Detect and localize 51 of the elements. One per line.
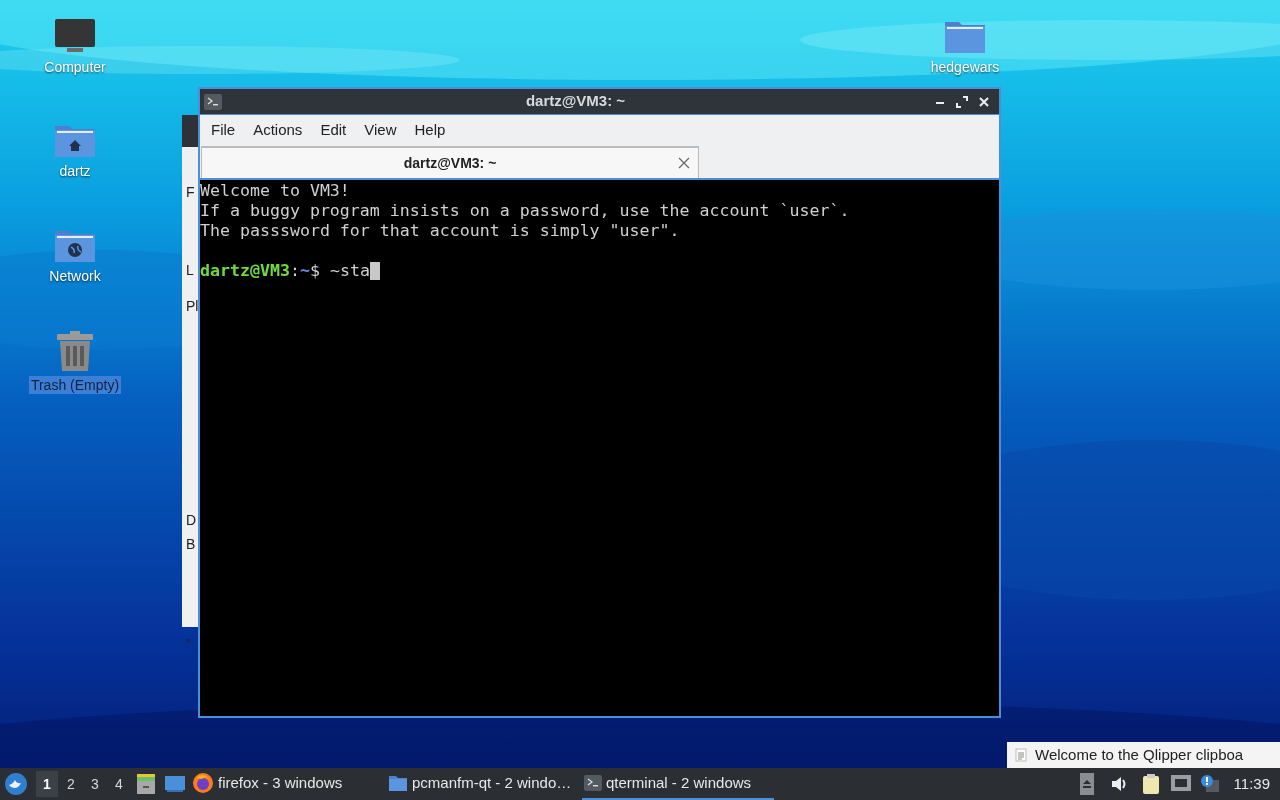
task-button[interactable]: qterminal - 2 windows: [582, 768, 774, 800]
window-text: F: [186, 183, 195, 201]
notification-text: Welcome to the Qlipper clipboa: [1035, 744, 1244, 765]
task-button[interactable]: pcmanfm-qt - 2 windo…: [386, 768, 582, 800]
folder-icon: [388, 774, 408, 792]
terminal-icon: [204, 93, 222, 110]
window-text: B: [186, 535, 196, 553]
prompt-path: ~: [299, 261, 310, 281]
terminal-line: The passsword for that account is simply "user".: [200, 221, 681, 241]
terminal-line: If a buggy program insists on a password, use the account `user`.: [200, 201, 851, 221]
file-cabinet-icon[interactable]: [136, 773, 156, 795]
workspace-button[interactable]: 4: [108, 771, 130, 797]
prompt-separator: :: [289, 261, 300, 281]
terminal-line: Welcome to VM3!: [200, 181, 351, 201]
menu-item[interactable]: Edit: [312, 118, 355, 142]
alert-icon[interactable]: [1199, 774, 1220, 794]
text-cursor: [369, 262, 380, 280]
command-input[interactable]: ~sta: [329, 261, 370, 281]
window-text: L: [186, 261, 194, 279]
prompt-symbol: $: [309, 261, 321, 281]
tab[interactable]: dartz@VM3: ~: [201, 146, 699, 178]
window-text: ": [186, 635, 191, 653]
terminal-icon: [584, 775, 602, 791]
browser-icon: [192, 772, 214, 794]
task-button[interactable]: firefox - 3 windows: [190, 768, 386, 800]
volume-icon[interactable]: [1109, 775, 1128, 793]
workspace-button[interactable]: 2: [60, 771, 82, 797]
network-icon[interactable]: [1169, 774, 1192, 794]
eject-icon[interactable]: [1079, 773, 1094, 795]
workspace-button[interactable]: 3: [84, 771, 106, 797]
menu-item[interactable]: Actions: [245, 118, 311, 142]
bird-logo-icon[interactable]: [4, 772, 28, 796]
workspace-button[interactable]: 1: [36, 771, 58, 797]
window-text: Pl: [186, 297, 199, 315]
menu-item[interactable]: File: [203, 118, 244, 142]
window-title: dartz@VM3: ~: [524, 91, 627, 112]
trash-can-icon: [54, 330, 96, 372]
desktop-icon[interactable]: [164, 774, 186, 794]
close-icon[interactable]: [678, 157, 690, 169]
note-icon: [1015, 748, 1027, 762]
icon-label[interactable]: Trash (Empty): [28, 376, 122, 394]
menu-item[interactable]: View: [356, 118, 405, 142]
window-text: D: [186, 511, 197, 529]
clock: 11:39: [1233, 773, 1270, 794]
close-icon[interactable]: [977, 94, 991, 109]
menu-item[interactable]: Help: [406, 118, 454, 142]
clipboard-icon[interactable]: [1141, 773, 1160, 795]
prompt-user-host: dartz@VM3: [200, 261, 290, 281]
monitor-icon: [54, 18, 96, 54]
maximize-icon[interactable]: [955, 94, 969, 109]
icon-label[interactable]: Network: [47, 267, 103, 285]
